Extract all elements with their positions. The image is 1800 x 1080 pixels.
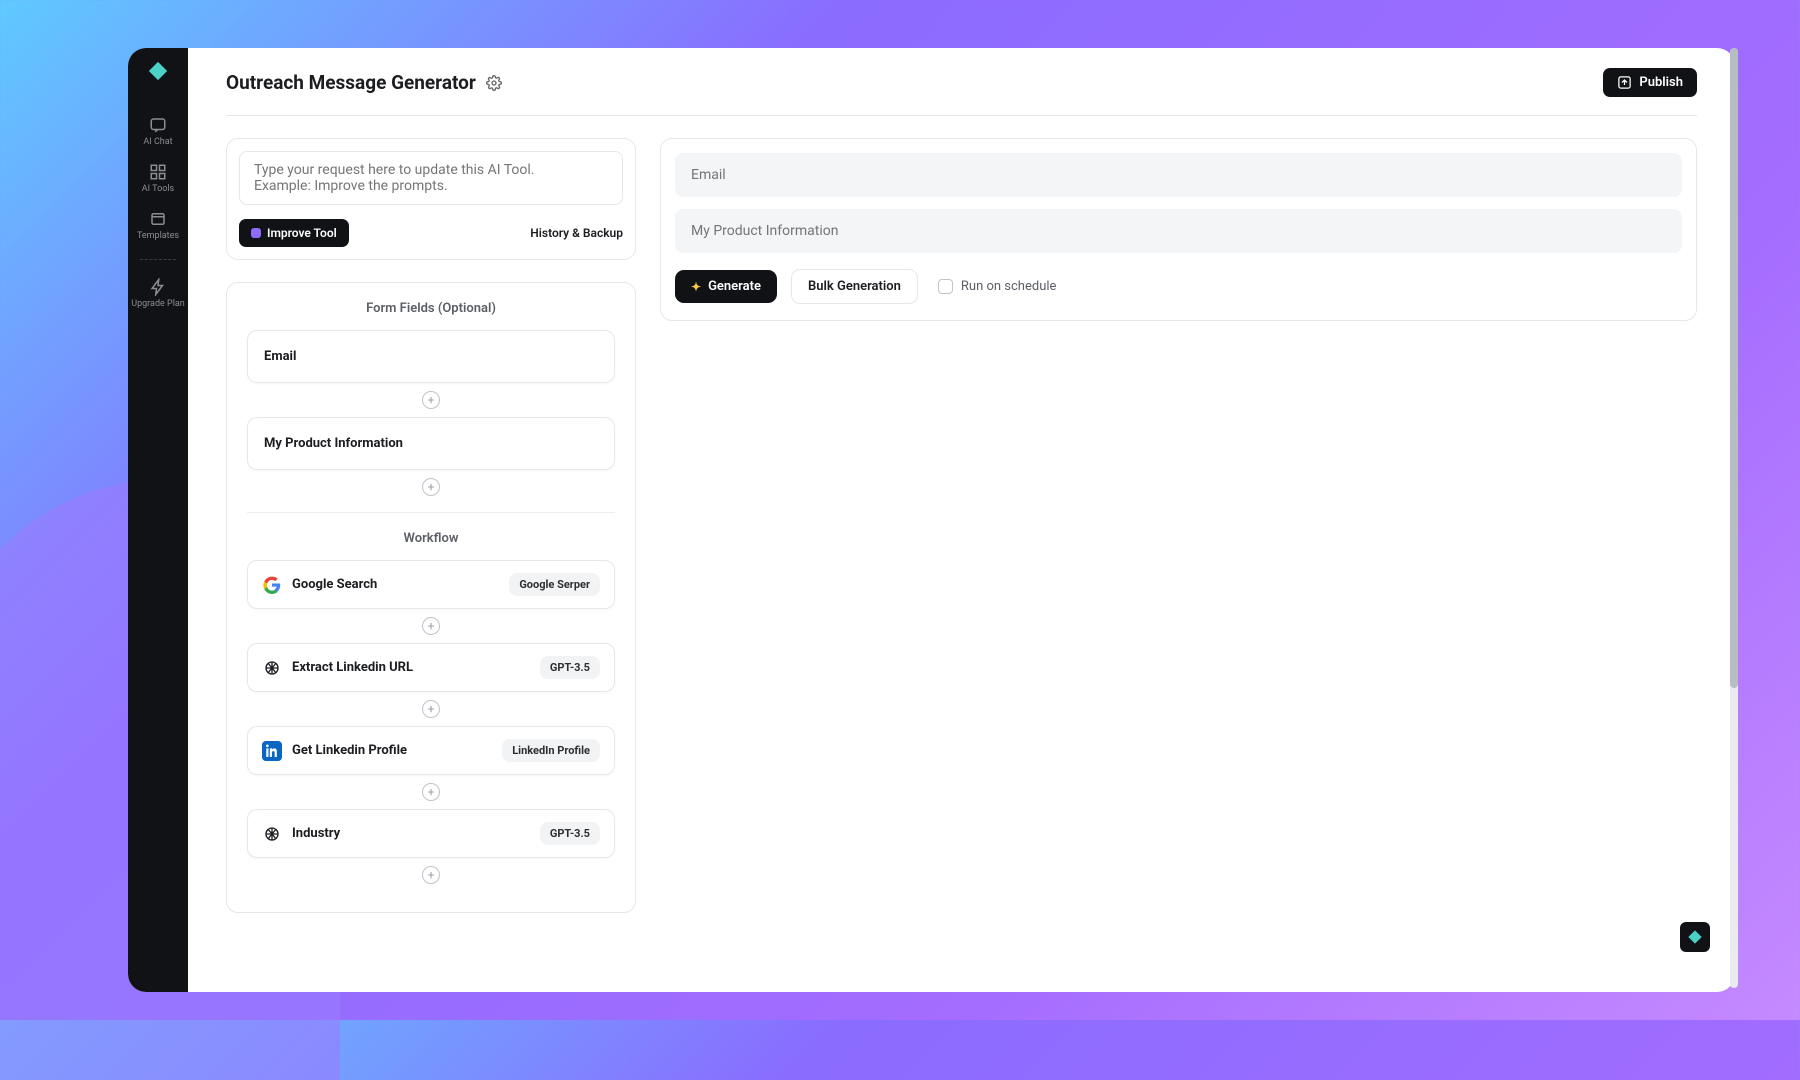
section-divider	[247, 512, 615, 513]
app-window: AI Chat AI Tools Templates Upgrade Plan …	[128, 48, 1735, 992]
generate-label: Generate	[708, 279, 761, 294]
sidebar-item-templates[interactable]: Templates	[137, 210, 179, 241]
linkedin-icon	[262, 741, 282, 761]
sidebar-item-label: Upgrade Plan	[131, 299, 185, 309]
product-info-field[interactable]	[675, 209, 1682, 253]
header: Outreach Message Generator Publish	[188, 48, 1735, 97]
workflow-step-title: Industry	[292, 826, 340, 841]
workflow-step-badge: LinkedIn Profile	[502, 739, 600, 762]
add-step-button[interactable]: +	[422, 700, 440, 718]
improve-label: Improve Tool	[267, 226, 337, 240]
workflow-step-google-search[interactable]: Google Search Google Serper	[247, 560, 615, 609]
generate-button[interactable]: ✦ Generate	[675, 270, 777, 303]
widget-icon	[1687, 929, 1703, 945]
schedule-label: Run on schedule	[961, 279, 1057, 294]
email-field[interactable]	[675, 153, 1682, 197]
google-icon	[262, 575, 282, 595]
workflow-step-badge: Google Serper	[509, 573, 600, 596]
add-step-button[interactable]: +	[422, 866, 440, 884]
sidebar-item-label: AI Chat	[143, 137, 172, 147]
sidebar-divider	[140, 259, 176, 260]
prompt-input[interactable]	[239, 151, 623, 205]
workflow-step-extract-linkedin-url[interactable]: Extract Linkedin URL GPT-3.5	[247, 643, 615, 692]
sidebar-item-ai-chat[interactable]: AI Chat	[143, 116, 172, 147]
chat-icon	[149, 116, 167, 134]
checkbox-icon	[938, 279, 953, 294]
workflow-step-get-linkedin-profile[interactable]: Get Linkedin Profile LinkedIn Profile	[247, 726, 615, 775]
publish-button[interactable]: Publish	[1603, 68, 1697, 97]
workflow-step-badge: GPT-3.5	[540, 822, 600, 845]
upload-icon	[1617, 75, 1632, 90]
openai-icon	[262, 658, 282, 678]
sidebar-item-ai-tools[interactable]: AI Tools	[142, 163, 174, 194]
right-panel: ✦ Generate Bulk Generation Run on schedu…	[660, 138, 1697, 321]
sidebar-item-label: Templates	[137, 231, 179, 241]
sidebar: AI Chat AI Tools Templates Upgrade Plan	[128, 48, 188, 992]
main-content: Outreach Message Generator Publish Impro…	[188, 48, 1735, 992]
workflow-step-industry[interactable]: Industry GPT-3.5	[247, 809, 615, 858]
sparkle-icon	[251, 228, 261, 238]
add-step-button[interactable]: +	[422, 617, 440, 635]
workflow-step-title: Get Linkedin Profile	[292, 743, 407, 758]
gear-icon[interactable]	[486, 75, 502, 91]
workflow-step-title: Google Search	[292, 577, 377, 592]
app-logo	[147, 60, 169, 82]
floating-widget[interactable]	[1680, 922, 1710, 952]
section-title: Form Fields (Optional)	[247, 301, 615, 316]
bulk-generation-button[interactable]: Bulk Generation	[791, 269, 918, 304]
scrollbar-thumb[interactable]	[1730, 48, 1738, 688]
sidebar-item-label: AI Tools	[142, 184, 174, 194]
form-fields-section: Form Fields (Optional) Email + My Produc…	[226, 282, 636, 913]
templates-icon	[149, 210, 167, 228]
add-field-button[interactable]: +	[422, 478, 440, 496]
publish-label: Publish	[1639, 75, 1683, 90]
sidebar-item-upgrade[interactable]: Upgrade Plan	[131, 278, 185, 309]
page-title: Outreach Message Generator	[226, 71, 476, 94]
bolt-icon	[149, 278, 167, 296]
workflow-step-title: Extract Linkedin URL	[292, 660, 413, 675]
form-field-email[interactable]: Email	[247, 330, 615, 383]
form-field-product-info[interactable]: My Product Information	[247, 417, 615, 470]
history-backup-link[interactable]: History & Backup	[530, 226, 623, 240]
section-title: Workflow	[247, 531, 615, 546]
add-step-button[interactable]: +	[422, 783, 440, 801]
scrollbar[interactable]	[1730, 48, 1738, 988]
sparkle-icon: ✦	[691, 280, 701, 294]
grid-icon	[149, 163, 167, 181]
prompt-card: Improve Tool History & Backup	[226, 138, 636, 260]
openai-icon	[262, 824, 282, 844]
improve-tool-button[interactable]: Improve Tool	[239, 219, 349, 247]
add-field-button[interactable]: +	[422, 391, 440, 409]
run-on-schedule-checkbox[interactable]: Run on schedule	[938, 279, 1057, 294]
workflow-step-badge: GPT-3.5	[540, 656, 600, 679]
